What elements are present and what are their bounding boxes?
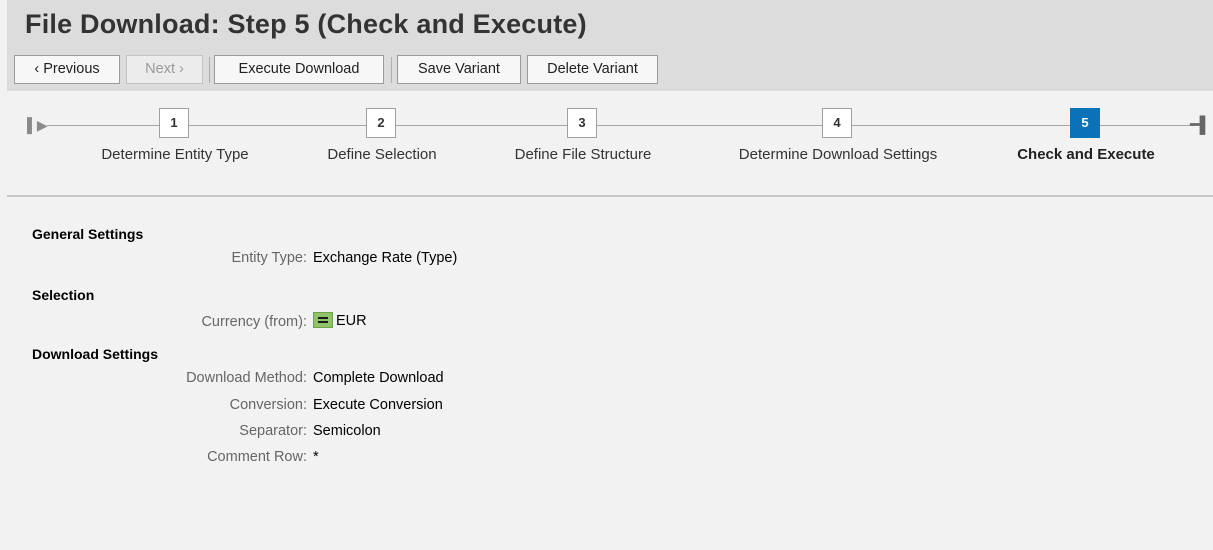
conversion-label: Conversion: — [229, 397, 307, 413]
execute-download-button[interactable]: Execute Download — [214, 55, 384, 84]
currency-value: EUR — [313, 312, 367, 329]
previous-button[interactable]: ‹ Previous — [14, 55, 120, 84]
roadmap-step-2-label[interactable]: Define Selection — [327, 146, 436, 163]
toolbar-separator — [391, 57, 392, 83]
general-settings-title: General Settings — [32, 226, 144, 242]
delete-variant-button[interactable]: Delete Variant — [527, 55, 658, 84]
roadmap-step-4-label[interactable]: Determine Download Settings — [739, 146, 937, 163]
roadmap: ▌▶ ━▌ 1 Determine Entity Type 2 Define S… — [7, 91, 1213, 196]
comment-row-label: Comment Row: — [207, 449, 307, 465]
roadmap-step-3-label[interactable]: Define File Structure — [515, 146, 652, 163]
entity-type-value: Exchange Rate (Type) — [313, 250, 458, 266]
roadmap-step-3[interactable]: 3 — [567, 108, 597, 138]
roadmap-step-4[interactable]: 4 — [822, 108, 852, 138]
currency-value-text: EUR — [336, 313, 367, 329]
save-variant-button[interactable]: Save Variant — [397, 55, 521, 84]
conversion-value: Execute Conversion — [313, 397, 443, 413]
currency-label: Currency (from): — [201, 314, 307, 330]
comment-row-value: * — [313, 449, 319, 465]
section-divider — [7, 195, 1213, 197]
download-method-value: Complete Download — [313, 370, 444, 386]
roadmap-end-icon: ━▌ — [1190, 117, 1211, 134]
separator-value: Semicolon — [313, 423, 381, 439]
roadmap-step-5[interactable]: 5 — [1070, 108, 1100, 138]
selection-title: Selection — [32, 287, 95, 303]
page-header: File Download: Step 5 (Check and Execute… — [7, 0, 1213, 91]
equals-icon — [313, 312, 333, 328]
roadmap-step-1[interactable]: 1 — [159, 108, 189, 138]
next-button[interactable]: Next › — [126, 55, 203, 84]
roadmap-start-icon: ▌▶ — [27, 117, 48, 133]
download-method-label: Download Method: — [186, 370, 307, 386]
entity-type-label: Entity Type: — [231, 250, 308, 266]
separator-label: Separator: — [239, 423, 307, 439]
roadmap-line — [47, 125, 1195, 126]
roadmap-step-5-label[interactable]: Check and Execute — [1017, 146, 1155, 163]
download-settings-title: Download Settings — [32, 346, 158, 362]
roadmap-step-2[interactable]: 2 — [366, 108, 396, 138]
page-title: File Download: Step 5 (Check and Execute… — [25, 9, 587, 39]
roadmap-step-1-label[interactable]: Determine Entity Type — [101, 146, 248, 163]
toolbar-separator — [209, 57, 210, 83]
